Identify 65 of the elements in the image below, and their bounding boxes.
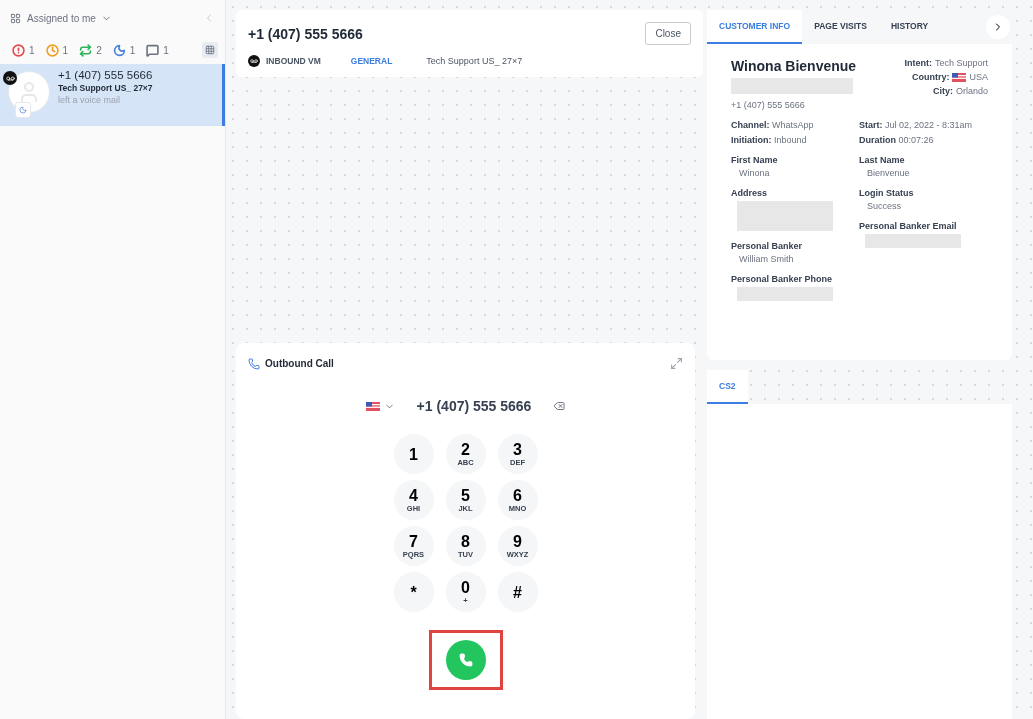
close-button[interactable]: Close xyxy=(645,22,691,45)
expand-icon[interactable] xyxy=(670,357,683,370)
conversation-item[interactable]: +1 (407) 555 5666 Tech Support US_ 27×7 left a voice mail xyxy=(0,64,225,126)
dial-key[interactable]: * xyxy=(393,572,434,612)
conversation-queue: Tech Support US_ 27×7 xyxy=(58,83,153,93)
dial-key[interactable]: # xyxy=(497,572,538,612)
grid-icon xyxy=(10,12,21,24)
meta-value: Tech Support xyxy=(934,58,988,68)
flag-icon xyxy=(952,72,967,82)
field-label: Personal Banker Phone xyxy=(731,274,834,284)
field-value: William Smith xyxy=(739,254,795,264)
customer-name: Winona Bienvenue xyxy=(731,58,857,74)
conversation-phone: +1 (407) 555 5666 xyxy=(58,69,153,81)
counter-value: 1 xyxy=(129,44,136,56)
backspace-icon[interactable] xyxy=(553,400,566,412)
call-button[interactable] xyxy=(445,640,486,680)
message-icon[interactable] xyxy=(146,43,160,57)
tab[interactable]: CUSTOMER INFO xyxy=(707,10,803,44)
counter-value: 1 xyxy=(29,44,35,56)
detail-text: Start: Jul 02, 2022 - 8:31am xyxy=(859,120,974,130)
field-value: Success xyxy=(867,201,902,211)
voicemail-icon xyxy=(3,71,17,85)
counter-value: 1 xyxy=(62,44,69,56)
flag-icon xyxy=(365,401,380,411)
moon-icon xyxy=(15,102,31,118)
moon-icon[interactable] xyxy=(112,43,126,57)
counter-value: 2 xyxy=(96,44,102,56)
phone-icon xyxy=(248,357,260,370)
tab[interactable]: HISTORY xyxy=(878,10,941,44)
field-value: Bienvenue xyxy=(867,168,911,178)
tab[interactable]: CS2 xyxy=(707,370,748,404)
meta-value: USA xyxy=(969,72,988,82)
repeat-icon[interactable] xyxy=(79,43,93,57)
grid-view-button[interactable] xyxy=(201,42,218,58)
customer-phone: +1 (407) 555 5666 xyxy=(731,100,806,110)
phone-icon xyxy=(458,653,473,667)
assignment-filter[interactable]: Assigned to me xyxy=(27,12,112,24)
detail-text: Initiation: Inbound xyxy=(731,135,808,145)
category-label: GENERAL xyxy=(350,56,393,66)
detail-text: Duration 00:07:26 xyxy=(859,135,935,145)
meta-value: Orlando xyxy=(955,86,988,96)
field-label: Login Status xyxy=(859,188,915,198)
channel-label: INBOUND VM xyxy=(266,56,321,66)
field-label: First Name xyxy=(731,155,779,165)
next-button[interactable] xyxy=(986,15,1010,39)
field-label: Personal Banker Email xyxy=(859,221,958,231)
meta-label: City: xyxy=(932,86,953,96)
field-label: Last Name xyxy=(859,155,906,165)
alert-icon[interactable] xyxy=(12,43,25,57)
detail-text: Channel: WhatsApp xyxy=(731,120,815,130)
conversation-preview: left a voice mail xyxy=(58,95,122,105)
dialed-number: +1 (407) 555 5666 xyxy=(416,398,532,414)
clock-icon[interactable] xyxy=(45,43,59,57)
tab[interactable]: PAGE VISITS xyxy=(802,10,879,44)
field-label: Personal Banker xyxy=(731,241,804,251)
meta-label: Country: xyxy=(912,72,950,82)
conversation-title: +1 (407) 555 5666 xyxy=(248,25,363,42)
field-label: Address xyxy=(731,188,768,198)
counter-value: 1 xyxy=(163,44,169,56)
meta-label: Intent: xyxy=(904,58,932,68)
field-value: Winona xyxy=(739,168,771,178)
dialer-title: Outbound Call xyxy=(265,358,334,369)
voicemail-icon xyxy=(248,55,260,67)
queue-label: Tech Support US_ 27×7 xyxy=(426,56,523,66)
dial-key[interactable]: 1 xyxy=(393,434,434,474)
